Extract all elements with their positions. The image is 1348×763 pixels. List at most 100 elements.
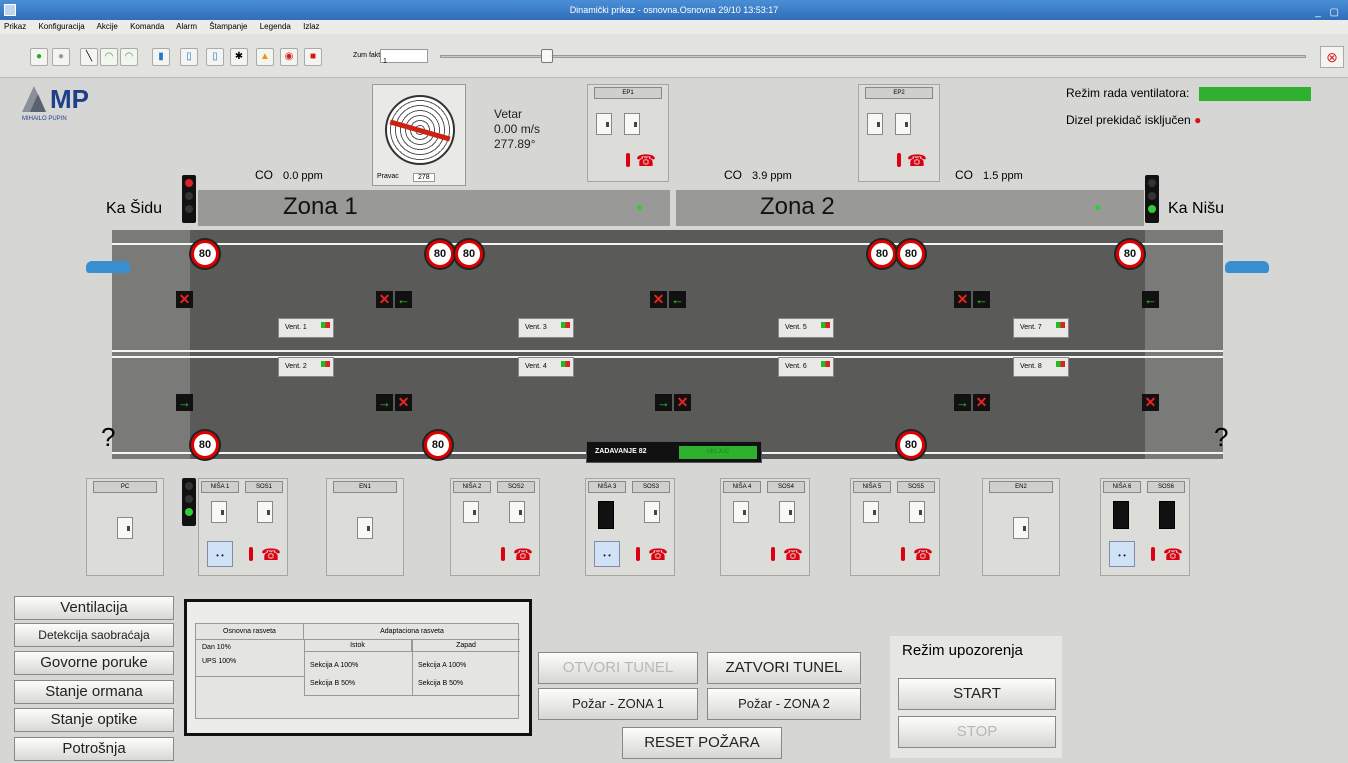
- fire-zone-1-button[interactable]: Požar - ZONA 1: [538, 688, 698, 720]
- ventilator-5[interactable]: Vent. 5: [778, 318, 834, 338]
- cabinet-ep2[interactable]: EP2 ☎: [858, 84, 940, 182]
- switch-icon[interactable]: [596, 113, 612, 135]
- nav-detekcija-saobracaja[interactable]: Detekcija saobraćaja: [14, 623, 174, 647]
- ventilator-2[interactable]: Vent. 2: [278, 357, 334, 377]
- cabinet-en2[interactable]: EN2: [982, 478, 1060, 576]
- menu-komanda[interactable]: Komanda: [130, 22, 164, 31]
- close-tunnel-button[interactable]: ZATVORI TUNEL: [707, 652, 861, 684]
- zoom-input[interactable]: 1: [380, 49, 428, 65]
- cabinet-nisa5-sos5[interactable]: NIŠA 5 SOS5 ☎: [850, 478, 940, 576]
- arrow-left-icon: ←: [395, 291, 412, 308]
- zoom-slider-track[interactable]: [440, 55, 1306, 58]
- switch-icon[interactable]: [624, 113, 640, 135]
- nav-potrosnja[interactable]: Potrošnja: [14, 737, 174, 761]
- extinguisher-icon: [1151, 547, 1155, 561]
- chart-icon[interactable]: ▮: [152, 48, 170, 66]
- diesel-indicator-icon: ●: [1194, 113, 1202, 127]
- open-tunnel-button[interactable]: OTVORI TUNEL: [538, 652, 698, 684]
- ventilator-1[interactable]: Vent. 1: [278, 318, 334, 338]
- switch-icon[interactable]: [117, 517, 133, 539]
- switch-icon[interactable]: [509, 501, 525, 523]
- menu-legenda[interactable]: Legenda: [260, 22, 291, 31]
- switch-icon[interactable]: [211, 501, 227, 523]
- phone-icon[interactable]: ☎: [636, 151, 656, 171]
- nav-govorne-poruke[interactable]: Govorne poruke: [14, 651, 174, 675]
- menu-bar: Prikaz Konfiguracija Akcije Komanda Alar…: [0, 20, 1348, 34]
- switch-icon[interactable]: [1013, 517, 1029, 539]
- switch-icon[interactable]: [895, 113, 911, 135]
- nav-stanje-optike[interactable]: Stanje optike: [14, 708, 174, 732]
- basic-row: UPS 100%: [202, 658, 237, 665]
- cabinet-pc[interactable]: PC: [86, 478, 164, 576]
- switch-icon[interactable]: [779, 501, 795, 523]
- extinguisher-icon: [897, 153, 901, 167]
- cabinet-nisa6-sos6[interactable]: NIŠA 6 SOS6 • • ☎: [1100, 478, 1190, 576]
- ventilator-7[interactable]: Vent. 7: [1013, 318, 1069, 338]
- cabinet-nisa3-sos3[interactable]: NIŠA 3 SOS3 • • ☎: [585, 478, 675, 576]
- switch-icon[interactable]: [463, 501, 479, 523]
- menu-prikaz[interactable]: Prikaz: [4, 22, 26, 31]
- pointer-icon[interactable]: ╲: [80, 48, 98, 66]
- switch-icon[interactable]: [909, 501, 925, 523]
- phone-icon[interactable]: ☎: [783, 545, 803, 565]
- phone-icon[interactable]: ☎: [913, 545, 933, 565]
- nav-stanje-ormana[interactable]: Stanje ormana: [14, 680, 174, 704]
- phone-icon[interactable]: ☎: [648, 545, 668, 565]
- extinguisher-icon: [771, 547, 775, 561]
- menu-akcije[interactable]: Akcije: [97, 22, 118, 31]
- ventilator-6[interactable]: Vent. 6: [778, 357, 834, 377]
- cabinet-ep1[interactable]: EP1 ☎: [587, 84, 669, 182]
- warning-icon[interactable]: ▲: [256, 48, 274, 66]
- panel-icon[interactable]: • •: [594, 541, 620, 567]
- cabinet-en1[interactable]: EN1: [326, 478, 404, 576]
- istok-row: Sekcija A 100%: [310, 662, 359, 669]
- phone-icon[interactable]: ☎: [261, 545, 281, 565]
- ventilator-3[interactable]: Vent. 3: [518, 318, 574, 338]
- compass-value: 278: [413, 173, 435, 182]
- stop-icon[interactable]: ●: [52, 48, 70, 66]
- zoom-slider-knob[interactable]: [541, 49, 553, 63]
- curve2-icon[interactable]: ◠: [120, 48, 138, 66]
- phone-icon[interactable]: ☎: [513, 545, 533, 565]
- globe-icon[interactable]: ◉: [280, 48, 298, 66]
- warning-start-button[interactable]: START: [898, 678, 1056, 710]
- cabinet-label: EP2: [865, 87, 933, 99]
- diesel-status: Dizel prekidač isključen ●: [1066, 113, 1201, 127]
- lane-closed-icon: ✕: [650, 291, 667, 308]
- phone-icon[interactable]: ☎: [1163, 545, 1183, 565]
- curve-icon[interactable]: ◠: [100, 48, 118, 66]
- switch-off-icon[interactable]: [1159, 501, 1175, 529]
- fire-zone-2-button[interactable]: Požar - ZONA 2: [707, 688, 861, 720]
- cabinet-nisa2-sos2[interactable]: NIŠA 2 SOS2 ☎: [450, 478, 540, 576]
- ventilator-4[interactable]: Vent. 4: [518, 357, 574, 377]
- nav-ventilacija[interactable]: Ventilacija: [14, 596, 174, 620]
- switch-icon[interactable]: [257, 501, 273, 523]
- menu-izlaz[interactable]: Izlaz: [303, 22, 319, 31]
- cabinet-nisa1-sos1[interactable]: NIŠA 1 SOS1 • • ☎: [198, 478, 288, 576]
- logo-text: MP: [50, 84, 89, 114]
- warning-stop-button[interactable]: STOP: [898, 716, 1056, 748]
- col-zapad: Zapad: [412, 640, 520, 652]
- ventilator-8[interactable]: Vent. 8: [1013, 357, 1069, 377]
- switch-icon[interactable]: [644, 501, 660, 523]
- panel-icon[interactable]: • •: [1109, 541, 1135, 567]
- close-icon[interactable]: ⊗: [1320, 46, 1344, 68]
- menu-konfiguracija[interactable]: Konfiguracija: [38, 22, 84, 31]
- menu-alarm[interactable]: Alarm: [176, 22, 197, 31]
- bolt-icon[interactable]: ✱: [230, 48, 248, 66]
- switch-icon[interactable]: [357, 517, 373, 539]
- switch-off-icon[interactable]: [1113, 501, 1129, 529]
- switch-icon[interactable]: [733, 501, 749, 523]
- reset-fire-button[interactable]: RESET POŽARA: [622, 727, 782, 759]
- switch-off-icon[interactable]: [598, 501, 614, 529]
- menu-stampanje[interactable]: Štampanje: [209, 22, 247, 31]
- refresh-icon[interactable]: ●: [30, 48, 48, 66]
- phone-icon[interactable]: ☎: [907, 151, 927, 171]
- switch-icon[interactable]: [867, 113, 883, 135]
- switch-icon[interactable]: [863, 501, 879, 523]
- panel-icon[interactable]: • •: [207, 541, 233, 567]
- chart3-icon[interactable]: ▯: [206, 48, 224, 66]
- cabinet-nisa4-sos4[interactable]: NIŠA 4 SOS4 ☎: [720, 478, 810, 576]
- chart2-icon[interactable]: ▯: [180, 48, 198, 66]
- flag-icon[interactable]: ■: [304, 48, 322, 66]
